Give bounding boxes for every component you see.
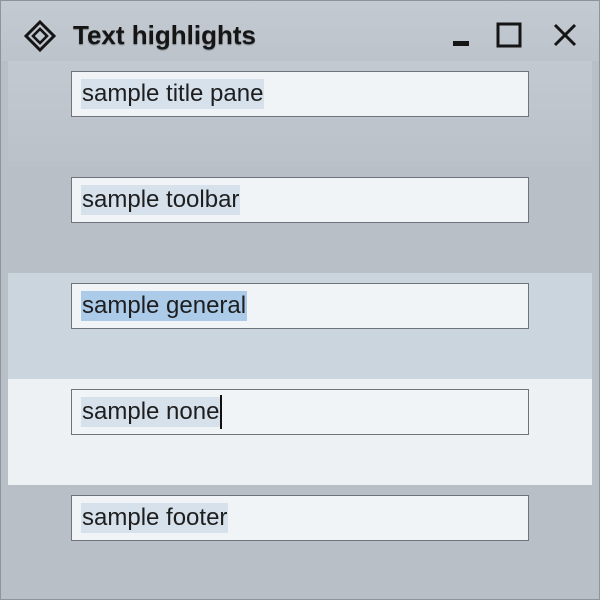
close-button[interactable] [549, 19, 581, 51]
title-pane-text: sample title pane [81, 79, 265, 109]
content-area: sample title pane sample toolbar sample … [8, 61, 592, 593]
window-title: Text highlights [73, 20, 256, 50]
maximize-icon [496, 22, 522, 48]
text-highlights-window: Text highlights sample title pane sample [0, 0, 600, 600]
maximize-button[interactable] [493, 19, 525, 51]
general-text-selection: sample general [81, 291, 248, 321]
minimize-icon [453, 41, 469, 46]
none-text-field[interactable]: sample none [71, 389, 529, 435]
none-text: sample none [81, 397, 221, 427]
close-icon [553, 23, 577, 47]
title-pane-text-field[interactable]: sample title pane [71, 71, 529, 117]
footer-text: sample footer [81, 503, 229, 533]
footer-text-field[interactable]: sample footer [71, 495, 529, 541]
footer-section: sample footer [8, 485, 592, 593]
toolbar-text: sample toolbar [81, 185, 241, 215]
none-section: sample none [8, 379, 592, 485]
general-text-field[interactable]: sample general [71, 283, 529, 329]
toolbar-text-field[interactable]: sample toolbar [71, 177, 529, 223]
title-bar[interactable]: Text highlights [1, 1, 599, 61]
minimize-button[interactable] [445, 19, 477, 51]
diamond-grid-icon [23, 19, 57, 53]
title-pane-section: sample title pane [8, 61, 592, 167]
general-section: sample general [8, 273, 592, 379]
toolbar-section: sample toolbar [8, 167, 592, 273]
text-caret [220, 395, 223, 429]
